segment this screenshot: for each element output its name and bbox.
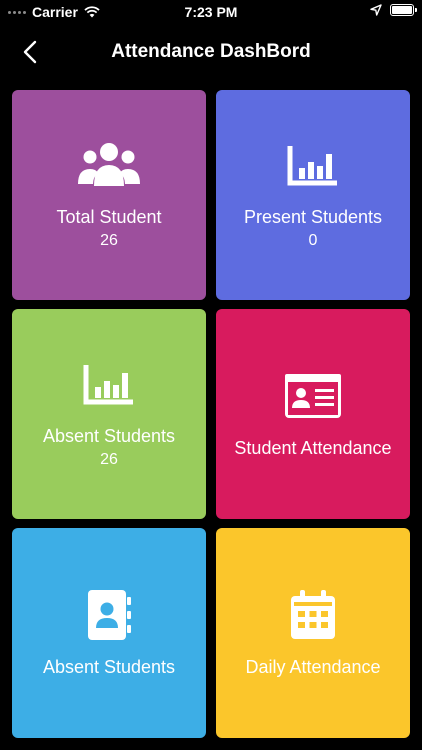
tile-label: Absent Students (42, 657, 176, 677)
contact-book-icon (85, 588, 133, 642)
tile-label: Present Students (243, 207, 383, 227)
daily-attendance-tile[interactable]: Daily Attendance (216, 528, 410, 738)
absent-students-list-tile[interactable]: Absent Students (12, 528, 206, 738)
tile-label: Total Student (56, 207, 162, 227)
nav-bar: Attendance DashBord (0, 30, 422, 74)
status-bar: Carrier 7:23 PM (0, 0, 422, 24)
calendar-icon (289, 588, 337, 642)
clock: 7:23 PM (184, 4, 238, 20)
tile-label: Student Attendance (234, 438, 392, 458)
present-students-tile[interactable]: Present Students 0 (216, 90, 410, 300)
page-title: Attendance DashBord (111, 41, 311, 62)
tile-count: 0 (308, 232, 318, 249)
location-arrow-icon (370, 4, 382, 16)
bar-chart-icon (83, 357, 135, 411)
users-icon (77, 138, 141, 192)
tile-count: 26 (100, 451, 118, 468)
battery-icon (390, 4, 417, 16)
tile-label: Absent Students (42, 426, 176, 446)
tile-count: 26 (100, 232, 118, 249)
bar-chart-icon (287, 138, 339, 192)
id-card-icon (284, 369, 342, 423)
total-student-tile[interactable]: Total Student 26 (12, 90, 206, 300)
tile-label: Daily Attendance (245, 657, 381, 677)
student-attendance-tile[interactable]: Student Attendance (216, 309, 410, 519)
absent-students-tile[interactable]: Absent Students 26 (12, 309, 206, 519)
